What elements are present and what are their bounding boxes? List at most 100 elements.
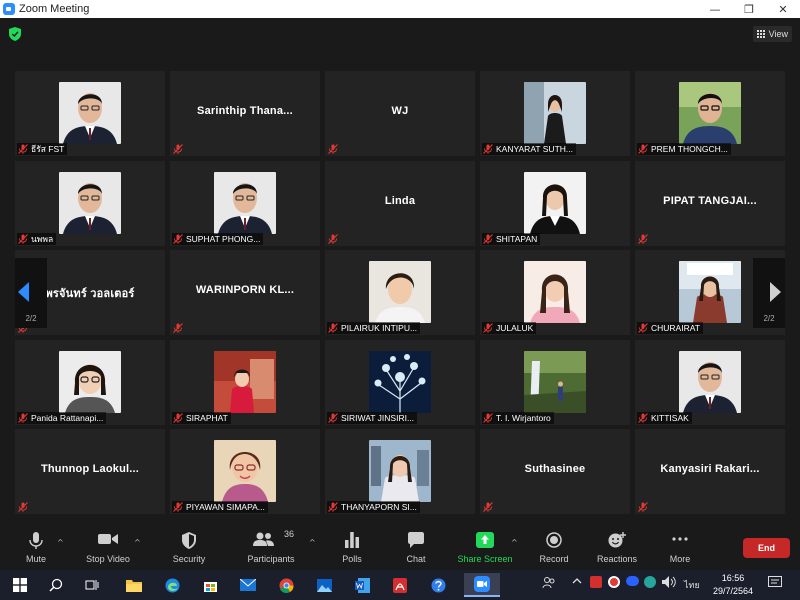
share-options-chevron-icon[interactable]: ^ [511,538,518,547]
participant-photo [59,171,121,234]
clock-time: 16:56 [721,573,745,583]
participant-name: SHITAPAN [496,233,538,244]
security-button[interactable]: Security [166,528,212,570]
mute-label: Mute [25,554,46,564]
participant-photo [369,440,431,502]
more-button[interactable]: More [662,528,698,570]
arrow-right-icon [770,282,781,302]
participant-nameplate: KITTISAK [637,411,692,424]
participant-tile[interactable]: Suthasinee [480,429,630,514]
notifications-icon[interactable] [768,576,782,591]
smiley-plus-icon [608,532,626,548]
file-explorer-icon[interactable] [122,573,146,597]
muted-microphone-icon [638,144,648,154]
end-meeting-button[interactable]: End [743,538,790,558]
participant-nameplate [637,233,654,245]
photos-icon[interactable] [312,573,336,597]
mute-options-chevron-icon[interactable]: ^ [57,538,64,547]
view-button[interactable]: View [752,26,792,42]
muted-microphone-icon [638,412,648,423]
video-camera-icon [98,534,118,544]
participant-tile[interactable]: Linda [325,160,475,246]
close-button[interactable]: ✕ [766,3,800,16]
previous-page-button[interactable]: 2/2 [15,258,47,328]
word-icon[interactable] [350,573,374,597]
participant-photo [214,171,276,234]
tray-app-icon[interactable] [608,576,620,588]
participant-tile[interactable]: Kanyasiri Rakari... [635,429,785,514]
next-page-button[interactable]: 2/2 [753,258,785,328]
tray-cloud-icon[interactable] [626,576,639,586]
participant-name: THANYAPORN SI... [341,502,417,512]
edge-icon[interactable] [160,573,184,597]
participant-photo [369,350,431,413]
participant-tile[interactable]: JULALUK [480,250,630,335]
muted-microphone-icon [173,233,183,244]
participants-button[interactable]: 36 Participants [242,528,300,570]
chat-button[interactable]: Chat [398,528,434,570]
participant-tile[interactable]: Thunnop Laokul... [15,429,165,514]
minimize-button[interactable]: — [698,3,732,16]
search-icon[interactable] [44,573,68,597]
chat-bubble-icon [408,532,424,548]
shield-icon[interactable] [9,27,21,41]
tray-app-circle-icon[interactable] [644,576,656,588]
participant-tile[interactable]: Sarinthip Thana... [170,71,320,156]
participant-tile[interactable]: PILAIRUK INTIPU... [325,250,475,335]
participant-tile[interactable]: SHITAPAN [480,160,630,246]
participant-photo [214,350,276,413]
participant-display-name: Linda [384,194,416,207]
participant-tile[interactable]: SIRIWAT JINSIRI... [325,339,475,425]
maximize-button[interactable]: ❐ [732,3,766,16]
participant-tile[interactable]: PREM THONGCH... [635,71,785,156]
participants-options-chevron-icon[interactable]: ^ [309,538,316,547]
share-screen-button[interactable]: Share Screen [455,528,515,570]
participant-nameplate [327,233,344,245]
chevron-up-icon[interactable] [572,577,582,587]
store-icon[interactable] [198,573,222,597]
mail-icon[interactable] [236,573,260,597]
participant-tile[interactable]: T. I. Wirjantoro [480,339,630,425]
video-options-chevron-icon[interactable]: ^ [134,538,141,547]
record-button[interactable]: Record [536,528,572,570]
participant-tile[interactable]: THANYAPORN SI... [325,429,475,514]
participant-nameplate: KANYARAT SUTH... [482,143,576,155]
stop-video-button[interactable]: Stop Video [80,528,136,570]
participant-nameplate: ธีรัส FST [17,143,68,155]
people-icon[interactable] [542,576,556,592]
windows-start-icon[interactable] [8,573,32,597]
zoom-app-icon [3,3,15,15]
mute-button[interactable]: Mute [18,528,54,570]
arrow-left-icon [18,282,29,302]
participant-tile[interactable]: PIYAWAN SIMAPA... [170,429,320,514]
window-title: Zoom Meeting [19,3,90,15]
tray-app-red-icon[interactable] [590,576,602,588]
volume-icon[interactable] [662,576,676,590]
participant-tile[interactable]: KANYARAT SUTH... [480,71,630,156]
participant-tile[interactable]: SIRAPHAT [170,339,320,425]
acrobat-icon[interactable] [388,573,412,597]
participant-nameplate: CHURAIRAT [637,322,703,334]
chat-label: Chat [406,554,426,564]
participant-tile[interactable]: นพพล [15,160,165,246]
muted-microphone-icon [18,412,28,423]
language-indicator[interactable]: ไทย [684,578,700,592]
zoom-icon[interactable] [464,573,500,597]
participant-tile[interactable]: ธีรัส FST [15,71,165,156]
shield-icon [182,532,196,549]
participant-tile[interactable]: SUPHAT PHONG... [170,160,320,246]
chrome-icon[interactable] [274,573,298,597]
participant-tile[interactable]: WARINPORN KL... [170,250,320,335]
participant-tile[interactable]: WJ [325,71,475,156]
participant-tile[interactable]: PIPAT TANGJAI... [635,160,785,246]
participant-tile[interactable]: Panida Rattanapi... [15,339,165,425]
help-icon[interactable] [426,573,450,597]
muted-microphone-icon [483,412,493,423]
taskbar-clock[interactable]: 16:56 29/7/2564 [707,572,759,598]
participant-tile[interactable]: KITTISAK [635,339,785,425]
task-view-icon[interactable] [80,573,104,597]
polls-button[interactable]: Polls [334,528,370,570]
muted-microphone-icon [483,323,493,333]
participant-nameplate: PILAIRUK INTIPU... [327,322,421,334]
reactions-button[interactable]: Reactions [594,528,640,570]
